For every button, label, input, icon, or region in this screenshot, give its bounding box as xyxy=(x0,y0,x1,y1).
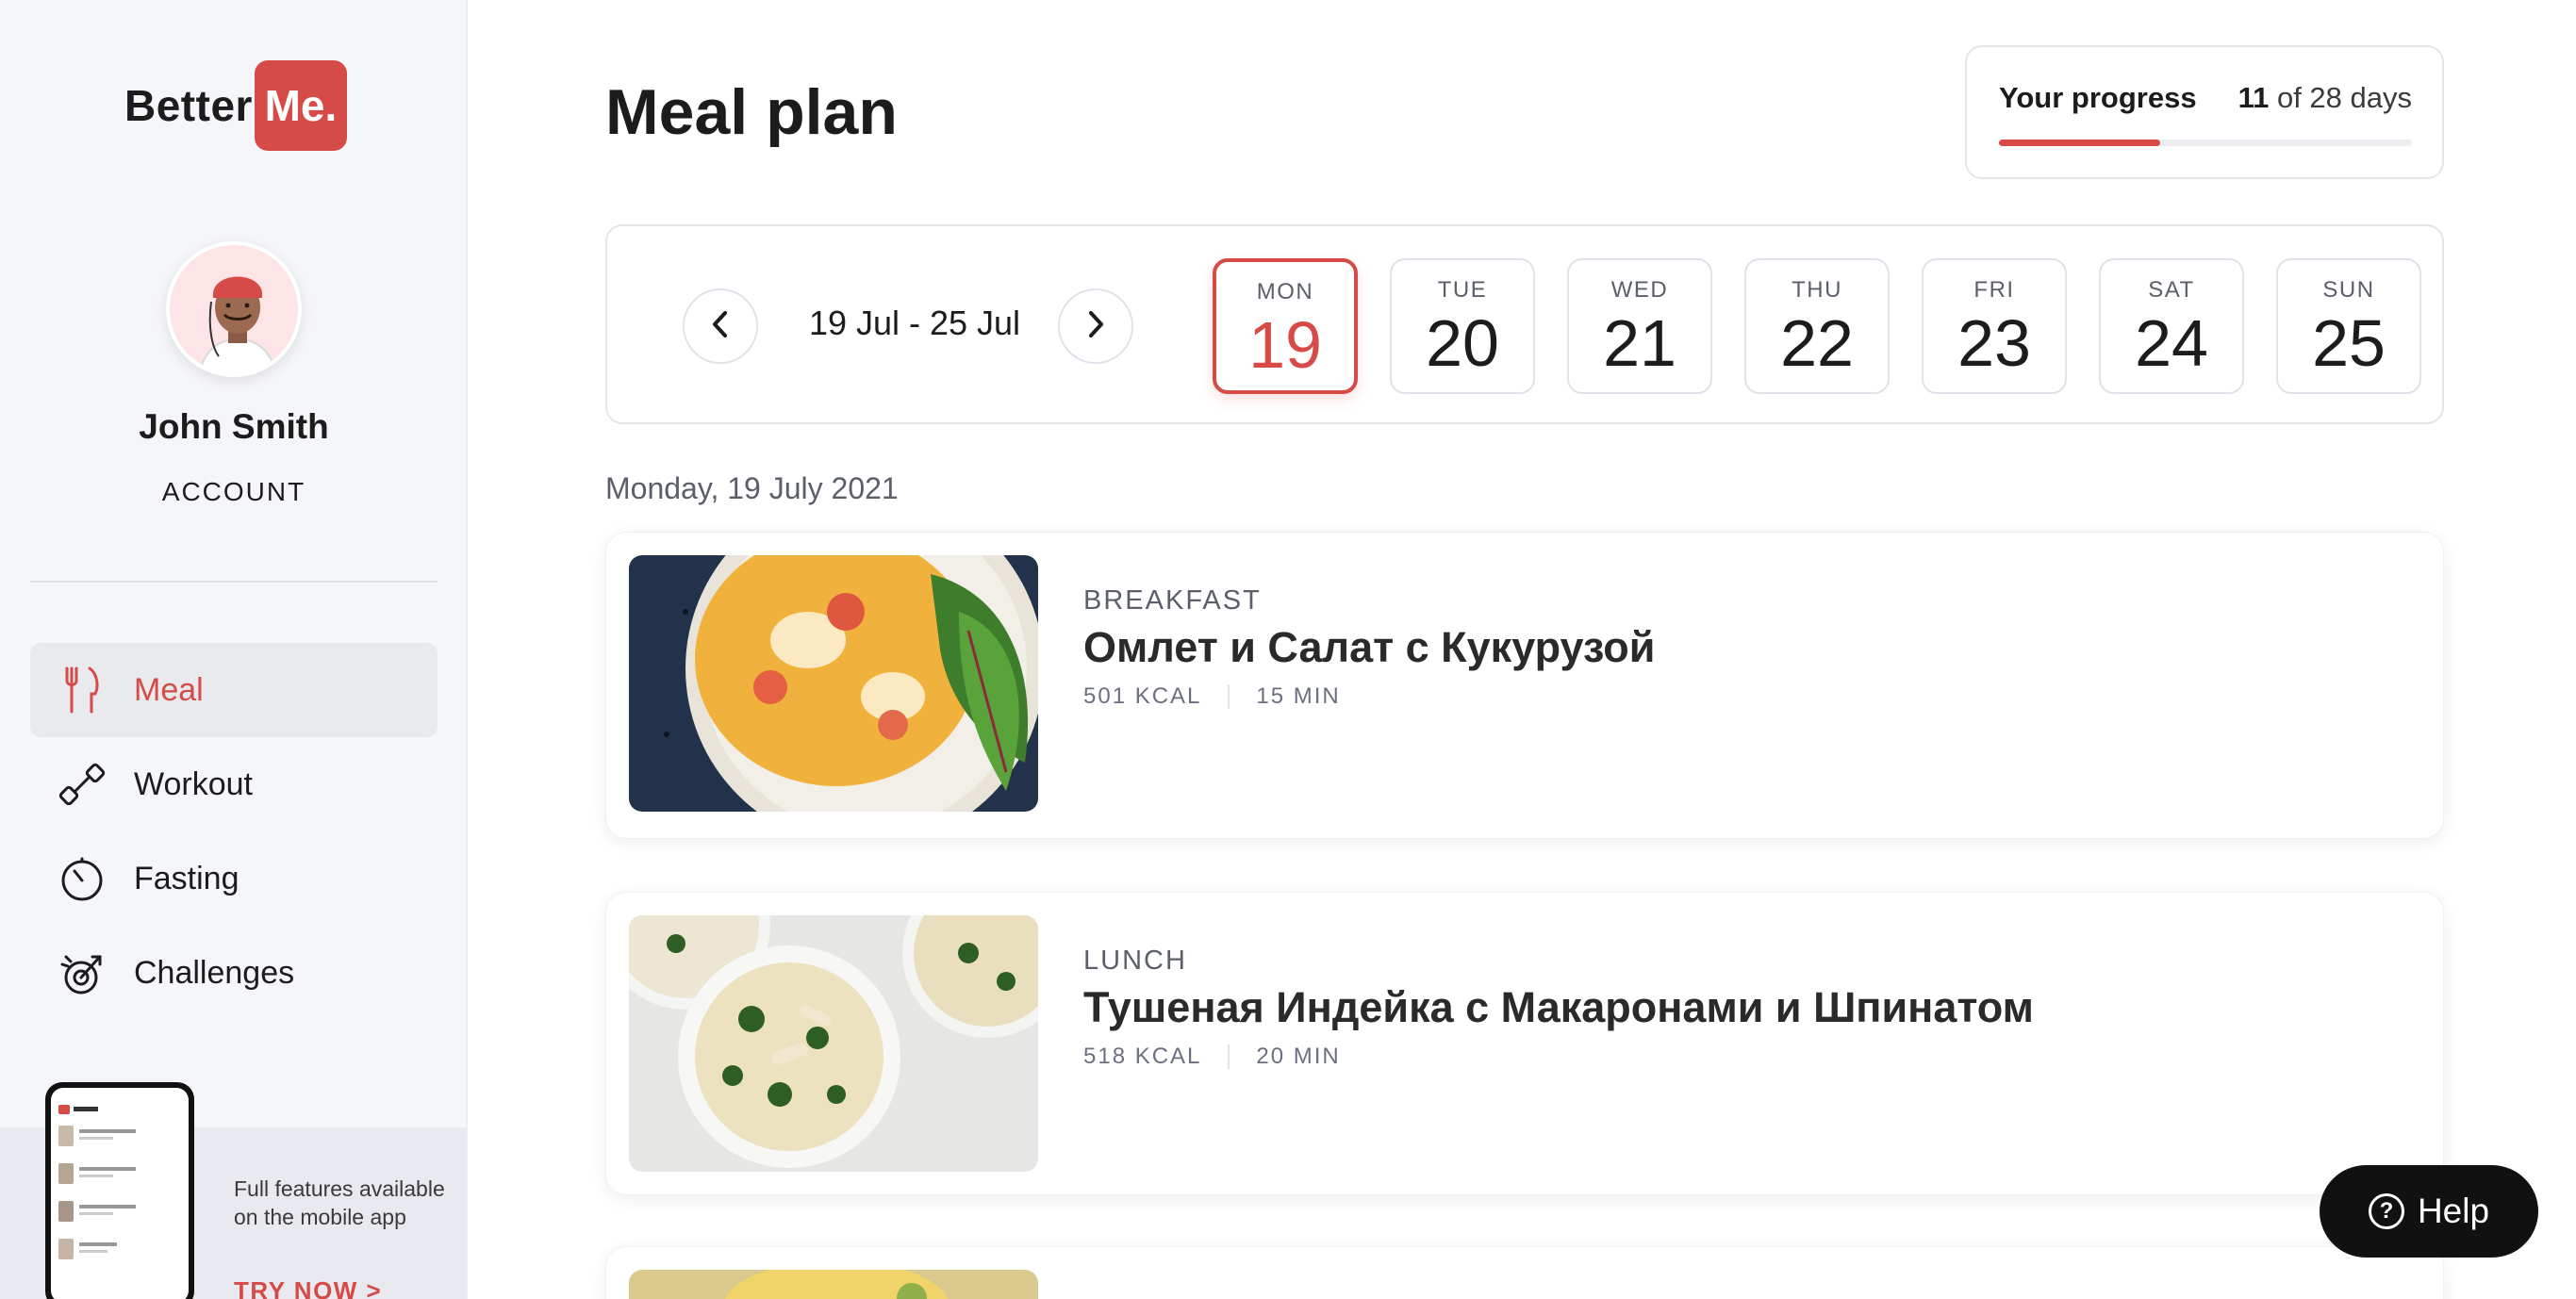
avatar[interactable] xyxy=(166,241,302,377)
try-now-link[interactable]: TRY NOW > xyxy=(234,1276,382,1299)
sidebar: Better Me. John Smith ACCOUNT Meal Worko… xyxy=(0,0,468,1299)
sidebar-divider xyxy=(30,581,438,583)
week-range: 19 Jul - 25 Jul xyxy=(808,304,1021,342)
day-tile-mon[interactable]: MON 19 xyxy=(1213,258,1358,394)
day-name: WED xyxy=(1610,277,1669,303)
meal-kcal: 501 KCAL xyxy=(1083,683,1202,709)
day-number: 22 xyxy=(1780,306,1854,380)
chevron-right-icon xyxy=(1084,309,1107,344)
selected-date-heading: Monday, 19 July 2021 xyxy=(605,471,899,505)
week-selector: 19 Jul - 25 Jul MON 19 TUE 20 WED 21 THU… xyxy=(605,224,2444,424)
progress-label: Your progress xyxy=(1999,81,2197,114)
day-tile-fri[interactable]: FRI 23 xyxy=(1922,258,2067,394)
progress-bar xyxy=(1999,140,2412,146)
help-button[interactable]: ? Help xyxy=(2320,1165,2538,1258)
meal-photo-turkey-pasta xyxy=(629,915,1038,1172)
sidebar-item-workout[interactable]: Workout xyxy=(30,737,438,831)
meal-meta: 501 KCAL 15 MIN xyxy=(1083,683,1341,710)
next-week-button[interactable] xyxy=(1058,288,1133,364)
day-name: TUE xyxy=(1437,277,1488,303)
day-number: 24 xyxy=(2135,306,2208,380)
day-number: 21 xyxy=(1603,306,1676,380)
help-label: Help xyxy=(2417,1192,2490,1230)
meal-card-lunch[interactable]: LUNCH Тушеная Индейка с Макаронами и Шпи… xyxy=(605,892,2444,1195)
brand-badge: Me. xyxy=(254,60,347,151)
meal-type: BREAKFAST xyxy=(1083,585,1262,616)
sidebar-nav: Meal Workout Fasting Challenges xyxy=(30,643,438,1020)
meta-separator xyxy=(1228,1044,1230,1069)
account-link[interactable]: ACCOUNT xyxy=(0,477,468,507)
meal-title: Тушеная Индейка с Макаронами и Шпинатом xyxy=(1083,983,2034,1031)
meal-card-partial[interactable] xyxy=(605,1246,2444,1299)
progress-bar-fill xyxy=(1999,140,2160,146)
day-tile-tue[interactable]: TUE 20 xyxy=(1390,258,1535,394)
day-name: MON xyxy=(1256,279,1314,304)
meal-type: LUNCH xyxy=(1083,945,1187,976)
meal-time: 20 MIN xyxy=(1256,1044,1341,1069)
sidebar-item-meal[interactable]: Meal xyxy=(30,643,438,737)
day-name: SAT xyxy=(2148,277,2195,303)
page-title: Meal plan xyxy=(605,76,898,148)
meal-time: 15 MIN xyxy=(1256,683,1341,709)
dumbbell-icon xyxy=(58,761,106,808)
day-name: FRI xyxy=(1973,277,2015,303)
meta-separator xyxy=(1228,684,1230,709)
meal-photo-omelette xyxy=(629,555,1038,812)
day-number: 23 xyxy=(1957,306,2031,380)
meal-card-breakfast[interactable]: BREAKFAST Омлет и Салат с Кукурузой 501 … xyxy=(605,532,2444,839)
brand-name: Better xyxy=(124,81,253,130)
brand-logo[interactable]: Better Me. xyxy=(124,60,347,151)
meal-kcal: 518 KCAL xyxy=(1083,1044,1202,1069)
promo-text: Full features available on the mobile ap… xyxy=(234,1176,445,1229)
day-tile-thu[interactable]: THU 22 xyxy=(1744,258,1890,394)
fork-knife-icon xyxy=(58,666,106,714)
meal-photo-partial xyxy=(629,1270,1038,1299)
meal-title: Омлет и Салат с Кукурузой xyxy=(1083,623,1656,671)
prev-week-button[interactable] xyxy=(683,288,758,364)
day-number: 25 xyxy=(2312,306,2386,380)
timer-icon xyxy=(58,855,106,902)
day-tile-sat[interactable]: SAT 24 xyxy=(2099,258,2244,394)
sidebar-item-label: Meal xyxy=(134,671,204,708)
day-name: SUN xyxy=(2322,277,2375,303)
sidebar-item-label: Challenges xyxy=(134,954,295,991)
day-name: THU xyxy=(1792,277,1842,303)
sidebar-item-label: Workout xyxy=(134,765,253,802)
question-icon: ? xyxy=(2368,1193,2404,1229)
progress-card: Your progress 11 of 28 days xyxy=(1965,45,2444,179)
day-number: 20 xyxy=(1426,306,1499,380)
day-tile-sun[interactable]: SUN 25 xyxy=(2276,258,2421,394)
sidebar-item-challenges[interactable]: Challenges xyxy=(30,926,438,1020)
sidebar-item-label: Fasting xyxy=(134,860,239,896)
day-number: 19 xyxy=(1248,308,1322,382)
day-tile-wed[interactable]: WED 21 xyxy=(1567,258,1712,394)
user-name: John Smith xyxy=(139,407,329,446)
progress-value: 11 of 28 days xyxy=(2237,81,2412,114)
target-icon xyxy=(58,949,106,996)
chevron-left-icon xyxy=(709,309,732,344)
phone-mockup-image xyxy=(45,1082,194,1299)
meal-meta: 518 KCAL 20 MIN xyxy=(1083,1044,1341,1070)
sidebar-item-fasting[interactable]: Fasting xyxy=(30,831,438,926)
